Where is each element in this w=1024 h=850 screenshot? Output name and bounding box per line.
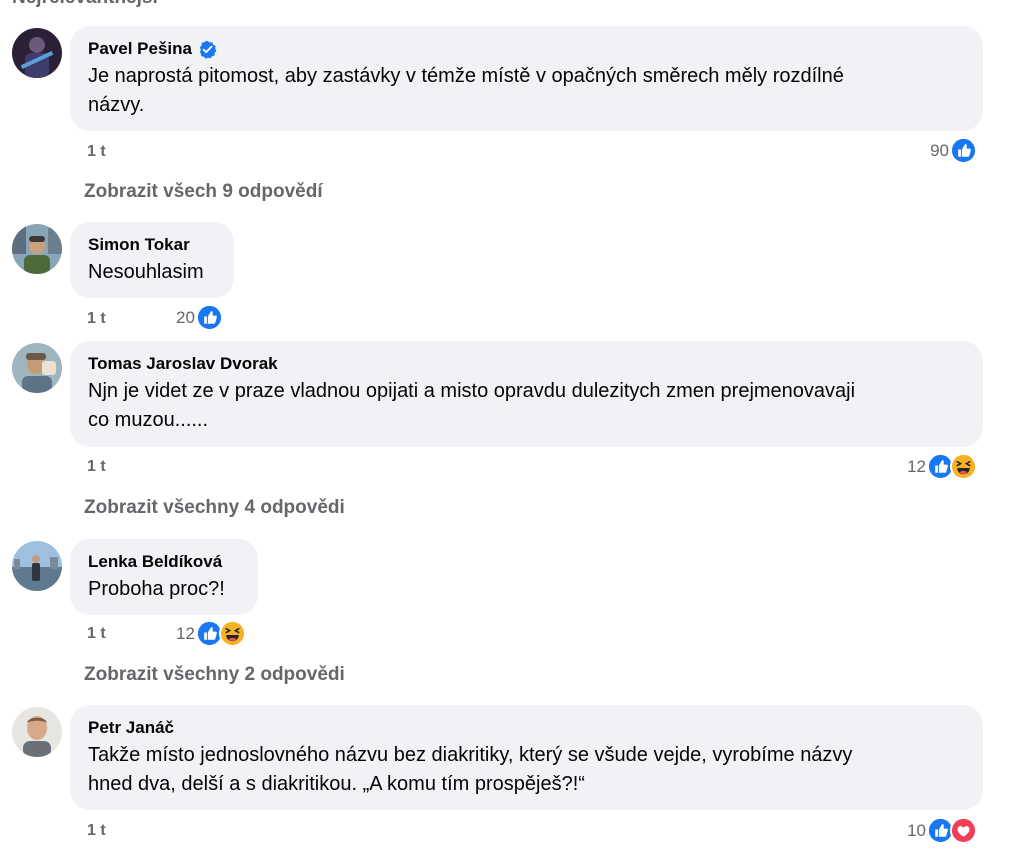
- comment-bubble: Pavel Pešina Je naprostá pitomost, aby z…: [70, 26, 983, 131]
- comment-timestamp[interactable]: 1 t: [87, 625, 106, 643]
- avatar[interactable]: [12, 343, 62, 393]
- reaction-count: 12: [176, 623, 195, 643]
- comment-author[interactable]: Pavel Pešina: [88, 38, 192, 60]
- view-replies-link[interactable]: Zobrazit všechny 2 odpovědi: [84, 664, 345, 686]
- reaction-summary[interactable]: 12: [176, 620, 246, 647]
- comment-text: co muzou......: [88, 409, 209, 431]
- comment-text: hned dva, delší a s diakritikou. „A komu…: [88, 773, 585, 795]
- comment-text: Je naprostá pitomost, aby zastávky v tém…: [88, 65, 844, 87]
- like-icon: [950, 137, 977, 164]
- comment-text: názvy.: [88, 94, 145, 116]
- reaction-count: 20: [176, 307, 195, 327]
- comment-bubble: Lenka Beldíková Proboha proc?!: [70, 539, 258, 615]
- reaction-count: 12: [907, 456, 926, 476]
- reaction-summary[interactable]: 90: [930, 137, 977, 164]
- comment-timestamp[interactable]: 1 t: [87, 822, 106, 840]
- comment-bubble: Simon Tokar Nesouhlasim: [70, 222, 234, 298]
- reaction-summary[interactable]: 20: [176, 304, 223, 331]
- comment-author[interactable]: Lenka Beldíková: [88, 551, 222, 573]
- avatar-image: [12, 707, 62, 757]
- avatar-image: [12, 343, 62, 393]
- avatar-image: [12, 224, 62, 274]
- view-replies-link[interactable]: Zobrazit všechny 4 odpovědi: [84, 497, 345, 519]
- view-replies-link[interactable]: Zobrazit všech 9 odpovědí: [84, 181, 323, 203]
- comment-text: Proboha proc?!: [88, 578, 225, 600]
- avatar-image: [12, 541, 62, 591]
- reaction-count: 10: [907, 820, 926, 840]
- love-icon: [950, 817, 977, 844]
- comment-author[interactable]: Tomas Jaroslav Dvorak: [88, 353, 278, 375]
- reaction-summary[interactable]: 10: [907, 817, 977, 844]
- avatar[interactable]: [12, 707, 62, 757]
- avatar[interactable]: [12, 224, 62, 274]
- comment-text: Takže místo jednoslovného názvu bez diak…: [88, 744, 853, 766]
- comment-text: Nesouhlasim: [88, 261, 204, 283]
- reaction-summary[interactable]: 12: [907, 453, 977, 480]
- verified-badge-icon: [199, 40, 217, 59]
- avatar[interactable]: [12, 28, 62, 78]
- like-icon: [195, 304, 223, 331]
- comment-author[interactable]: Simon Tokar: [88, 234, 190, 256]
- avatar[interactable]: [12, 541, 62, 591]
- comment-text: Njn je videt ze v praze vladnou opijati …: [88, 380, 856, 402]
- comment-bubble: Tomas Jaroslav Dvorak Njn je videt ze v …: [70, 341, 983, 447]
- haha-icon: [950, 453, 977, 480]
- comment-timestamp[interactable]: 1 t: [87, 310, 106, 328]
- section-label[interactable]: Nejrelevantnější: [12, 0, 158, 9]
- avatar-image: [12, 28, 62, 78]
- reaction-count: 90: [930, 140, 949, 160]
- comment-timestamp[interactable]: 1 t: [87, 143, 106, 161]
- haha-icon: [218, 620, 246, 647]
- comment-author[interactable]: Petr Janáč: [88, 717, 174, 739]
- comment-bubble: Petr Janáč Takže místo jednoslovného náz…: [70, 705, 983, 810]
- comment-timestamp[interactable]: 1 t: [87, 458, 106, 476]
